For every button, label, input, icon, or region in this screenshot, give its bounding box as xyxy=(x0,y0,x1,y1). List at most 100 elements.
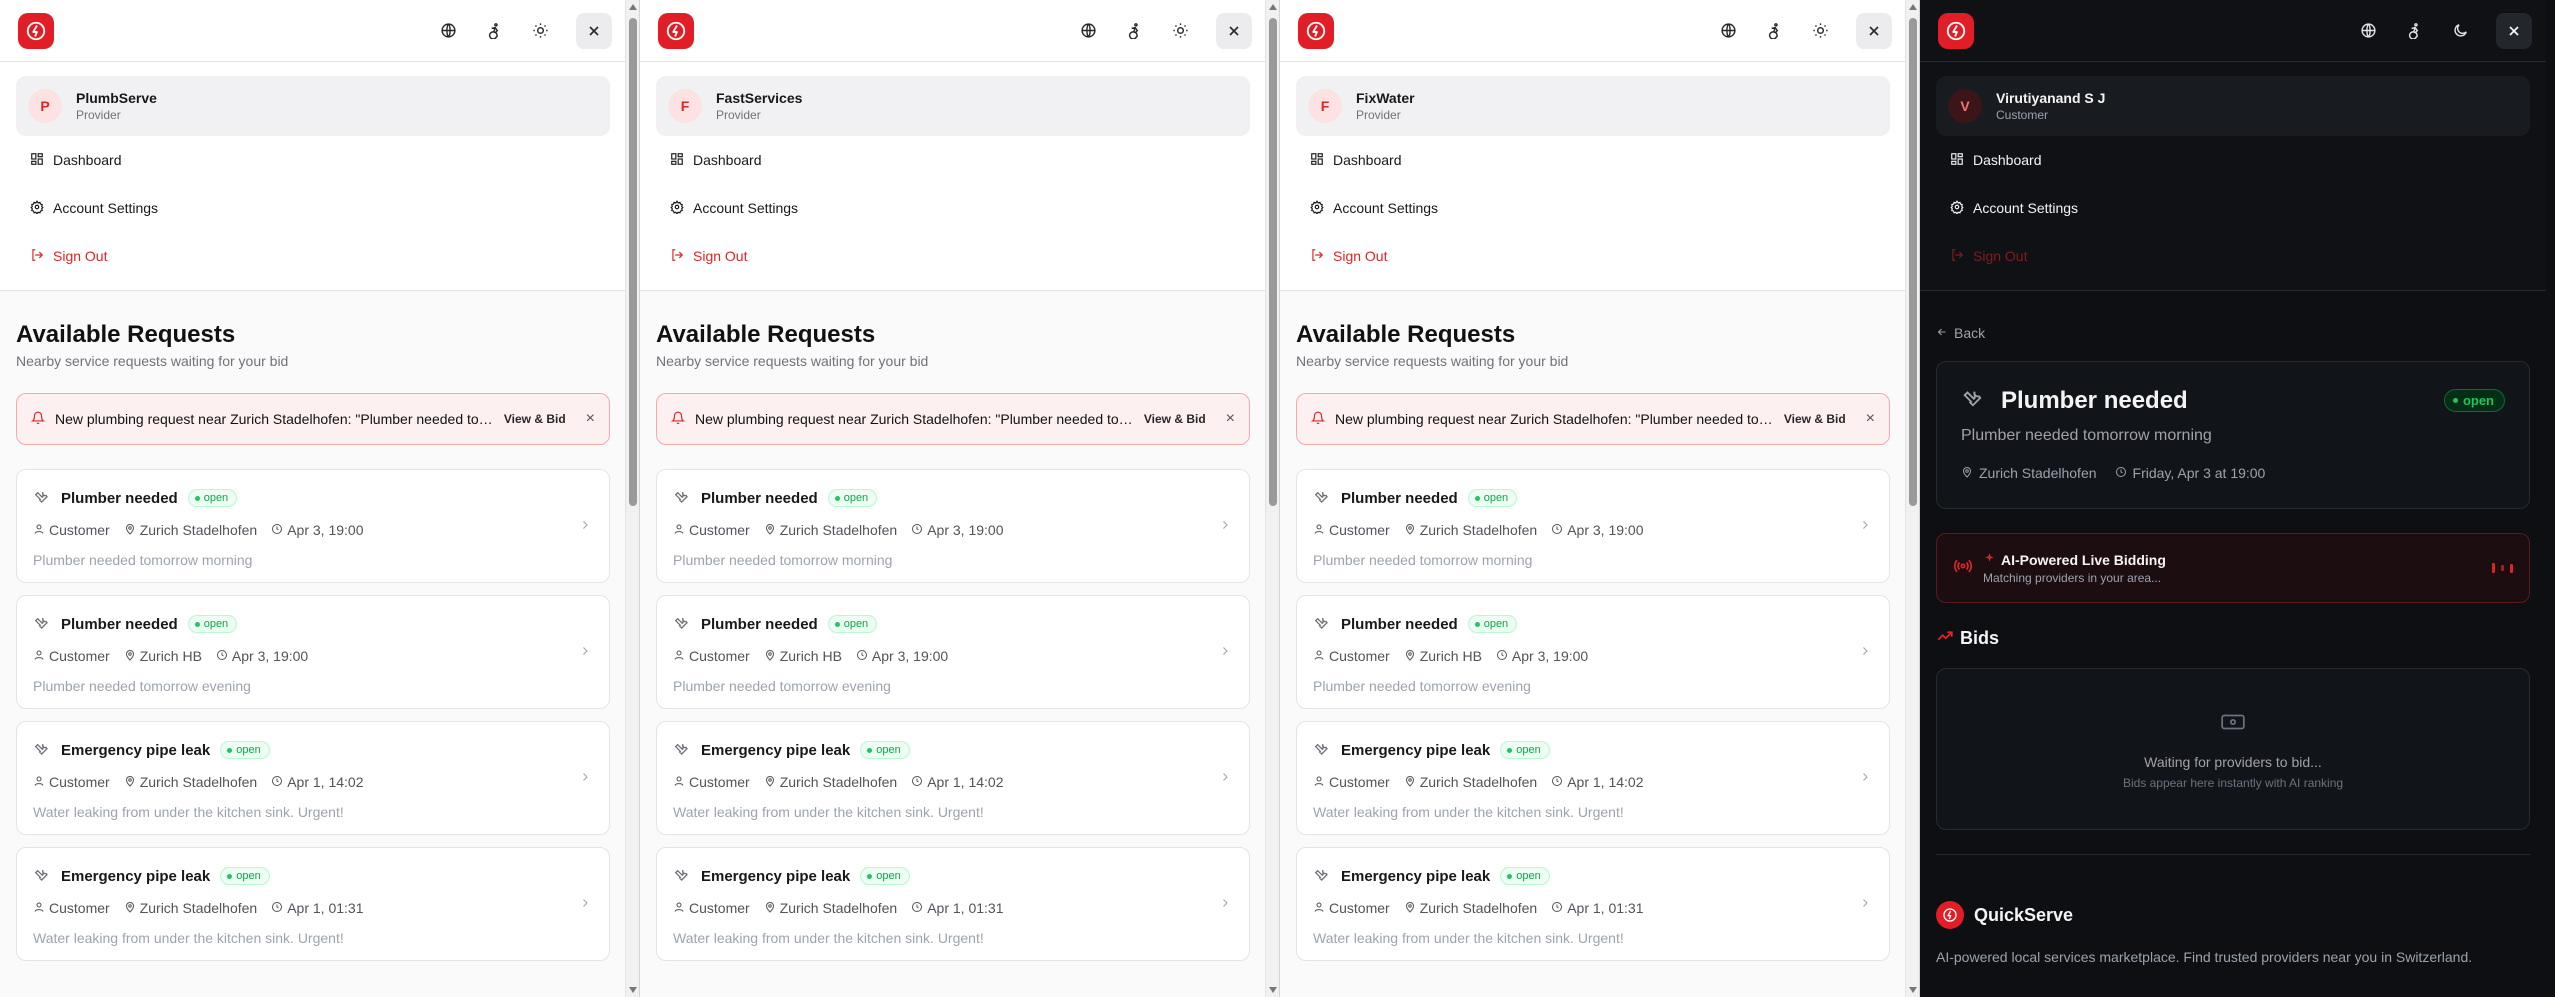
footer-text: AI-powered local services marketplace. F… xyxy=(1936,949,2473,965)
clock-icon xyxy=(2115,465,2133,481)
status-text: open xyxy=(843,492,869,504)
view-and-bid-button[interactable]: View & Bid xyxy=(504,412,566,426)
accessibility-icon[interactable] xyxy=(1120,17,1148,45)
bolt-logo-icon[interactable] xyxy=(658,12,694,49)
user-icon xyxy=(33,648,49,664)
user-icon xyxy=(1313,900,1329,916)
request-card[interactable]: Emergency pipe leak open Customer Zurich… xyxy=(656,721,1250,835)
menu-item-sign-out[interactable]: Sign Out xyxy=(1296,232,1890,280)
user-icon xyxy=(673,522,689,538)
close-icon[interactable] xyxy=(1856,12,1892,49)
view-and-bid-button[interactable]: View & Bid xyxy=(1144,412,1206,426)
account-menu: P PlumbServe Provider Dashboard Account … xyxy=(0,62,626,291)
globe-icon[interactable] xyxy=(1714,17,1742,45)
request-customer: Customer xyxy=(1329,522,1390,538)
menu-item-dashboard[interactable]: Dashboard xyxy=(16,136,610,184)
bolt-logo-icon[interactable] xyxy=(18,12,54,49)
accessibility-icon[interactable] xyxy=(1760,17,1788,45)
status-text: open xyxy=(1483,492,1509,504)
dismiss-alert-button[interactable]: × xyxy=(586,410,595,428)
menu-item-sign-out[interactable]: Sign Out xyxy=(1936,232,2530,280)
account-menu: F FastServices Provider Dashboard Accoun… xyxy=(640,62,1266,291)
dismiss-alert-button[interactable]: × xyxy=(1226,410,1235,428)
top-bar xyxy=(1920,0,2546,62)
request-card[interactable]: Emergency pipe leak open Customer Zurich… xyxy=(16,847,610,961)
wrench-icon xyxy=(673,866,689,886)
request-description: Water leaking from under the kitchen sin… xyxy=(1313,930,1624,946)
request-card[interactable]: Plumber needed open Customer Zurich Stad… xyxy=(656,469,1250,583)
status-badge: open xyxy=(827,615,878,633)
status-text: open xyxy=(1483,618,1509,630)
trending-up-icon xyxy=(1936,627,1960,650)
dashboard-icon xyxy=(670,152,693,169)
user-icon xyxy=(673,900,689,916)
moon-icon[interactable] xyxy=(2446,17,2474,45)
scrollbar[interactable] xyxy=(625,0,639,997)
wrench-icon xyxy=(673,740,689,760)
sign-out-icon xyxy=(1310,248,1333,265)
menu-item-dashboard[interactable]: Dashboard xyxy=(1936,136,2530,184)
globe-icon[interactable] xyxy=(2354,17,2382,45)
menu-item-account-settings[interactable]: Account Settings xyxy=(16,184,610,232)
back-link[interactable]: Back xyxy=(1936,325,2530,341)
scrollbar[interactable] xyxy=(1905,0,1919,997)
top-bar xyxy=(640,0,1266,62)
menu-item-dashboard[interactable]: Dashboard xyxy=(656,136,1250,184)
status-badge: open xyxy=(1467,615,1518,633)
map-pin-icon xyxy=(764,648,780,664)
clock-icon xyxy=(1551,900,1567,916)
menu-item-account-settings[interactable]: Account Settings xyxy=(1296,184,1890,232)
menu-label: Dashboard xyxy=(53,152,122,168)
menu-label: Sign Out xyxy=(1333,248,1388,264)
menu-item-sign-out[interactable]: Sign Out xyxy=(656,232,1250,280)
sun-icon[interactable] xyxy=(526,17,554,45)
menu-item-account-settings[interactable]: Account Settings xyxy=(1936,184,2530,232)
status-text: open xyxy=(876,870,901,882)
sun-icon[interactable] xyxy=(1166,17,1194,45)
request-card[interactable]: Plumber needed open Customer Zurich HB A… xyxy=(1296,595,1890,709)
map-pin-icon xyxy=(764,774,780,790)
request-card[interactable]: Emergency pipe leak open Customer Zurich… xyxy=(1296,847,1890,961)
close-icon[interactable] xyxy=(576,12,612,49)
avatar: F xyxy=(668,89,702,123)
scrollbar[interactable] xyxy=(1265,0,1279,997)
bolt-logo-icon[interactable] xyxy=(1938,12,1974,49)
menu-label: Dashboard xyxy=(1973,152,2042,168)
request-card[interactable]: Plumber needed open Customer Zurich Stad… xyxy=(16,469,610,583)
accessibility-icon[interactable] xyxy=(480,17,508,45)
wrench-icon xyxy=(1313,614,1329,634)
user-icon xyxy=(1313,774,1329,790)
globe-icon[interactable] xyxy=(434,17,462,45)
wrench-icon xyxy=(673,614,689,634)
menu-item-account-settings[interactable]: Account Settings xyxy=(656,184,1250,232)
request-card[interactable]: Plumber needed open Customer Zurich HB A… xyxy=(656,595,1250,709)
view-and-bid-button[interactable]: View & Bid xyxy=(1784,412,1846,426)
provider-panel: P PlumbServe Provider Dashboard Account … xyxy=(0,0,640,997)
request-customer: Customer xyxy=(689,774,750,790)
waiting-text: Waiting for providers to bid... xyxy=(2144,753,2322,770)
dismiss-alert-button[interactable]: × xyxy=(1866,410,1875,428)
page-subtitle: Nearby service requests waiting for your… xyxy=(16,353,289,369)
request-card[interactable]: Plumber needed open Customer Zurich HB A… xyxy=(16,595,610,709)
request-card[interactable]: Plumber needed open Customer Zurich Stad… xyxy=(1296,469,1890,583)
wrench-icon xyxy=(33,740,49,760)
avatar: P xyxy=(28,89,62,123)
bolt-logo-icon xyxy=(1936,901,1964,929)
menu-item-dashboard[interactable]: Dashboard xyxy=(1296,136,1890,184)
request-description: Plumber needed tomorrow morning xyxy=(33,552,253,568)
close-icon[interactable] xyxy=(2496,12,2532,49)
page-title: Available Requests xyxy=(1296,321,1516,348)
request-card[interactable]: Emergency pipe leak open Customer Zurich… xyxy=(16,721,610,835)
request-title: Plumber needed xyxy=(701,489,818,507)
request-card[interactable]: Emergency pipe leak open Customer Zurich… xyxy=(656,847,1250,961)
request-title: Emergency pipe leak xyxy=(61,867,211,885)
sun-icon[interactable] xyxy=(1806,17,1834,45)
globe-icon[interactable] xyxy=(1074,17,1102,45)
dashboard-icon xyxy=(1310,152,1333,169)
close-icon[interactable] xyxy=(1216,12,1252,49)
accessibility-icon[interactable] xyxy=(2400,17,2428,45)
request-card[interactable]: Emergency pipe leak open Customer Zurich… xyxy=(1296,721,1890,835)
top-bar xyxy=(0,0,626,62)
menu-item-sign-out[interactable]: Sign Out xyxy=(16,232,610,280)
bolt-logo-icon[interactable] xyxy=(1298,12,1334,49)
